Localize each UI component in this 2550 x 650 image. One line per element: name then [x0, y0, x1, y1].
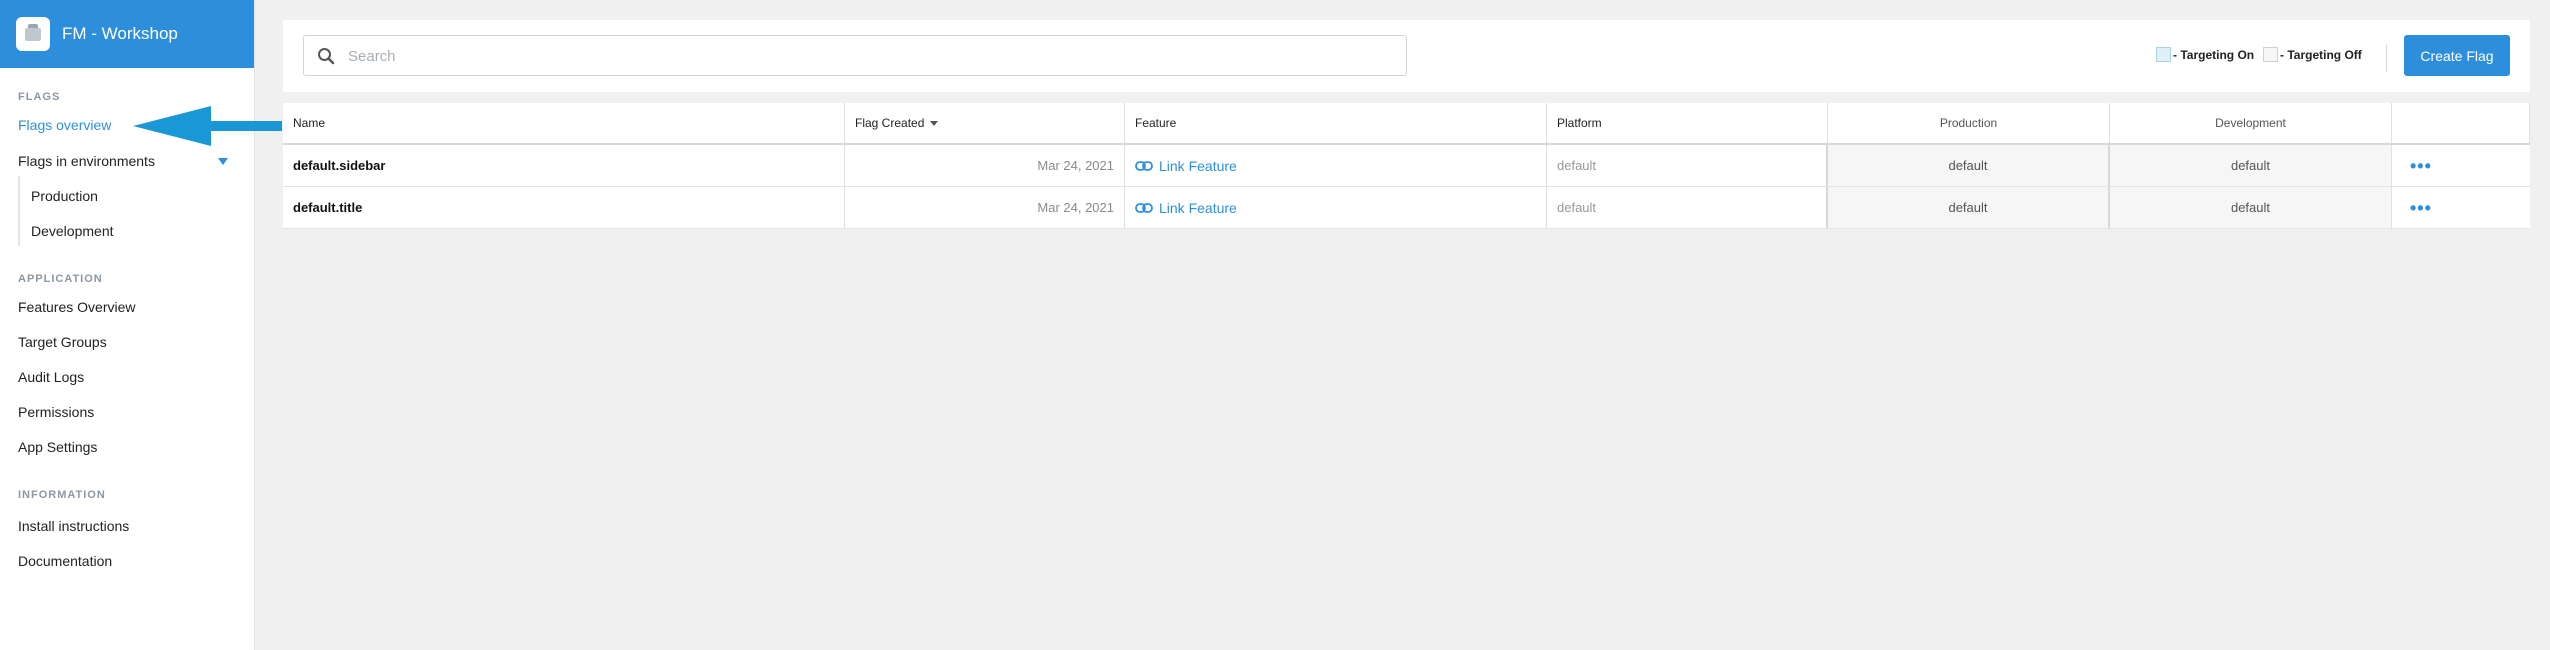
search-icon — [318, 48, 335, 65]
legend-targeting-off: - Targeting Off — [2263, 47, 2362, 62]
toolbar-divider — [2386, 44, 2387, 72]
app-logo-icon — [16, 17, 50, 51]
header-actions — [2392, 103, 2530, 143]
app-title: FM - Workshop — [62, 24, 178, 43]
app-header: FM - Workshop — [0, 0, 254, 68]
nav-env-production[interactable]: Production — [31, 188, 98, 204]
annotation-arrow-head — [133, 106, 211, 146]
nav-install-instructions[interactable]: Install instructions — [18, 518, 129, 534]
table-row[interactable]: default.sidebar Mar 24, 2021 Link Featur… — [283, 145, 2530, 187]
search-input[interactable] — [346, 36, 1400, 77]
cell-platform: default — [1547, 187, 1828, 228]
header-name[interactable]: Name — [283, 103, 845, 143]
cell-flag-created: Mar 24, 2021 — [845, 187, 1125, 228]
submenu-divider — [18, 176, 20, 246]
cell-development-status[interactable]: default — [2110, 187, 2392, 228]
cell-flag-name: default.sidebar — [283, 145, 845, 186]
cell-feature: Link Feature — [1125, 145, 1547, 186]
nav-app-settings[interactable]: App Settings — [18, 439, 97, 455]
annotation-arrow-shaft — [210, 121, 282, 131]
targeting-on-swatch — [2156, 47, 2171, 62]
cell-development-status[interactable]: default — [2110, 145, 2392, 186]
header-flag-created[interactable]: Flag Created — [845, 103, 1125, 143]
header-production[interactable]: Production — [1828, 103, 2110, 143]
cell-flag-name: default.title — [283, 187, 845, 228]
link-feature-button[interactable]: Link Feature — [1135, 158, 1237, 174]
table-row[interactable]: default.title Mar 24, 2021 Link Feature … — [283, 187, 2530, 229]
legend-targeting-on: - Targeting On — [2156, 47, 2254, 62]
more-options-icon[interactable]: ••• — [2402, 199, 2432, 217]
targeting-off-swatch — [2263, 47, 2278, 62]
section-label-application: APPLICATION — [18, 273, 103, 285]
nav-audit-logs[interactable]: Audit Logs — [18, 369, 84, 385]
table-header-row: Name Flag Created Feature Platform Produ… — [283, 103, 2530, 145]
link-icon — [1135, 202, 1153, 213]
cell-production-status[interactable]: default — [1828, 145, 2110, 186]
header-development[interactable]: Development — [2110, 103, 2392, 143]
nav-env-development[interactable]: Development — [31, 223, 114, 239]
nav-documentation[interactable]: Documentation — [18, 553, 112, 569]
section-label-information: INFORMATION — [18, 489, 106, 501]
sidebar: FM - Workshop FLAGS Flags overview Flags… — [0, 0, 255, 650]
nav-target-groups[interactable]: Target Groups — [18, 334, 107, 350]
nav-flags-in-environments[interactable]: Flags in environments — [18, 153, 155, 169]
cell-flag-created: Mar 24, 2021 — [845, 145, 1125, 186]
cell-production-status[interactable]: default — [1828, 187, 2110, 228]
header-platform[interactable]: Platform — [1547, 103, 1828, 143]
create-flag-button[interactable]: Create Flag — [2404, 35, 2510, 76]
chevron-down-icon[interactable] — [218, 158, 228, 165]
nav-flags-overview[interactable]: Flags overview — [18, 117, 111, 133]
link-icon — [1135, 160, 1153, 171]
nav-permissions[interactable]: Permissions — [18, 404, 94, 420]
search-box[interactable] — [303, 35, 1407, 77]
link-feature-button[interactable]: Link Feature — [1135, 200, 1237, 216]
cell-platform: default — [1547, 145, 1828, 186]
legend-targeting-on-label: - Targeting On — [2173, 47, 2255, 62]
nav-features-overview[interactable]: Features Overview — [18, 299, 135, 315]
more-options-icon[interactable]: ••• — [2402, 157, 2432, 175]
cell-actions: ••• — [2392, 145, 2530, 186]
flags-table: Name Flag Created Feature Platform Produ… — [283, 103, 2530, 229]
toolbar: - Targeting On - Targeting Off Create Fl… — [283, 20, 2530, 92]
section-label-flags: FLAGS — [18, 91, 61, 103]
legend-targeting-off-label: - Targeting Off — [2280, 47, 2362, 62]
cell-feature: Link Feature — [1125, 187, 1547, 228]
sort-desc-icon — [930, 120, 939, 126]
cell-actions: ••• — [2392, 187, 2530, 228]
header-feature[interactable]: Feature — [1125, 103, 1547, 143]
